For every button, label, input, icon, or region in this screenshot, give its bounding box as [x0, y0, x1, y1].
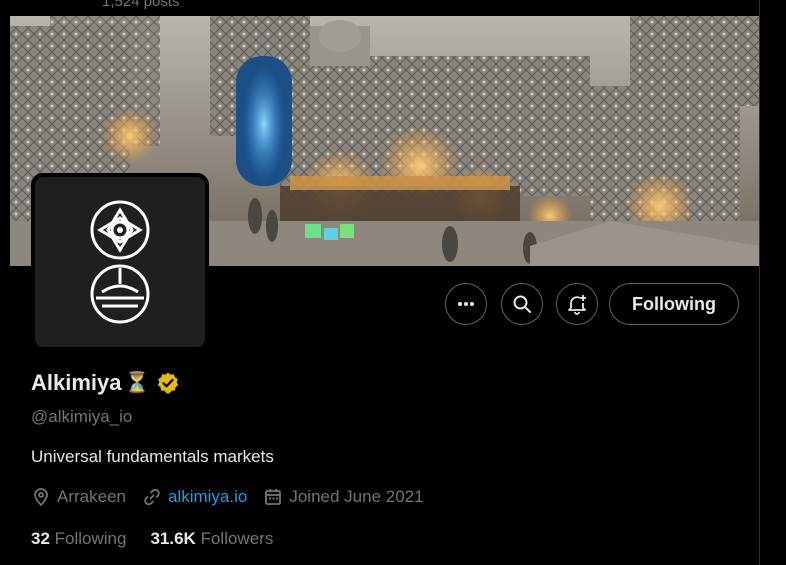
following-count-link[interactable]: 32 Following	[31, 529, 126, 549]
profile-header: 1,524 posts	[10, 0, 759, 16]
followers-label: Followers	[200, 529, 274, 548]
location-pin-icon	[34, 488, 48, 507]
alkimiya-logo-icon	[90, 200, 150, 324]
followers-count: 31.6K	[150, 529, 196, 548]
profile-bio: Universal fundamentals markets	[31, 447, 274, 466]
joined-item: Joined June 2021	[263, 487, 424, 507]
joined-text: Joined June 2021	[289, 487, 424, 506]
link-icon	[144, 488, 160, 506]
profile-column: 1,524 posts Following Alkimiya ⏳ @alkimi…	[10, 0, 760, 565]
more-horizontal-icon	[458, 302, 474, 306]
calendar-icon	[265, 489, 282, 505]
followers-count-link[interactable]: 31.6K Followers	[150, 529, 273, 549]
more-options-button[interactable]	[445, 283, 487, 325]
search-profile-button[interactable]	[501, 283, 543, 325]
profile-name-row: Alkimiya ⏳	[31, 370, 180, 396]
notifications-button[interactable]	[556, 283, 598, 325]
following-button[interactable]: Following	[609, 283, 739, 325]
profile-name: Alkimiya	[31, 370, 122, 395]
hourglass-emoji: ⏳	[124, 372, 150, 394]
bell-plus-icon	[568, 295, 586, 315]
following-count: 32	[31, 529, 50, 548]
profile-handle: @alkimiya_io	[31, 407, 133, 426]
following-label: Following	[54, 529, 127, 548]
location-text: Arrakeen	[57, 487, 126, 506]
website-link[interactable]: alkimiya.io	[168, 487, 247, 507]
verified-badge-icon[interactable]	[156, 371, 180, 395]
location-item: Arrakeen	[31, 487, 126, 507]
profile-avatar[interactable]	[31, 173, 209, 351]
posts-count: 1,524 posts	[102, 0, 180, 10]
profile-stats: 32 Following 31.6K Followers	[31, 529, 297, 549]
avatar-image	[35, 177, 205, 347]
search-icon	[513, 295, 531, 313]
profile-meta: Arrakeen alkimiya.io Joined June 2021	[31, 487, 440, 507]
website-item: alkimiya.io	[142, 487, 247, 507]
